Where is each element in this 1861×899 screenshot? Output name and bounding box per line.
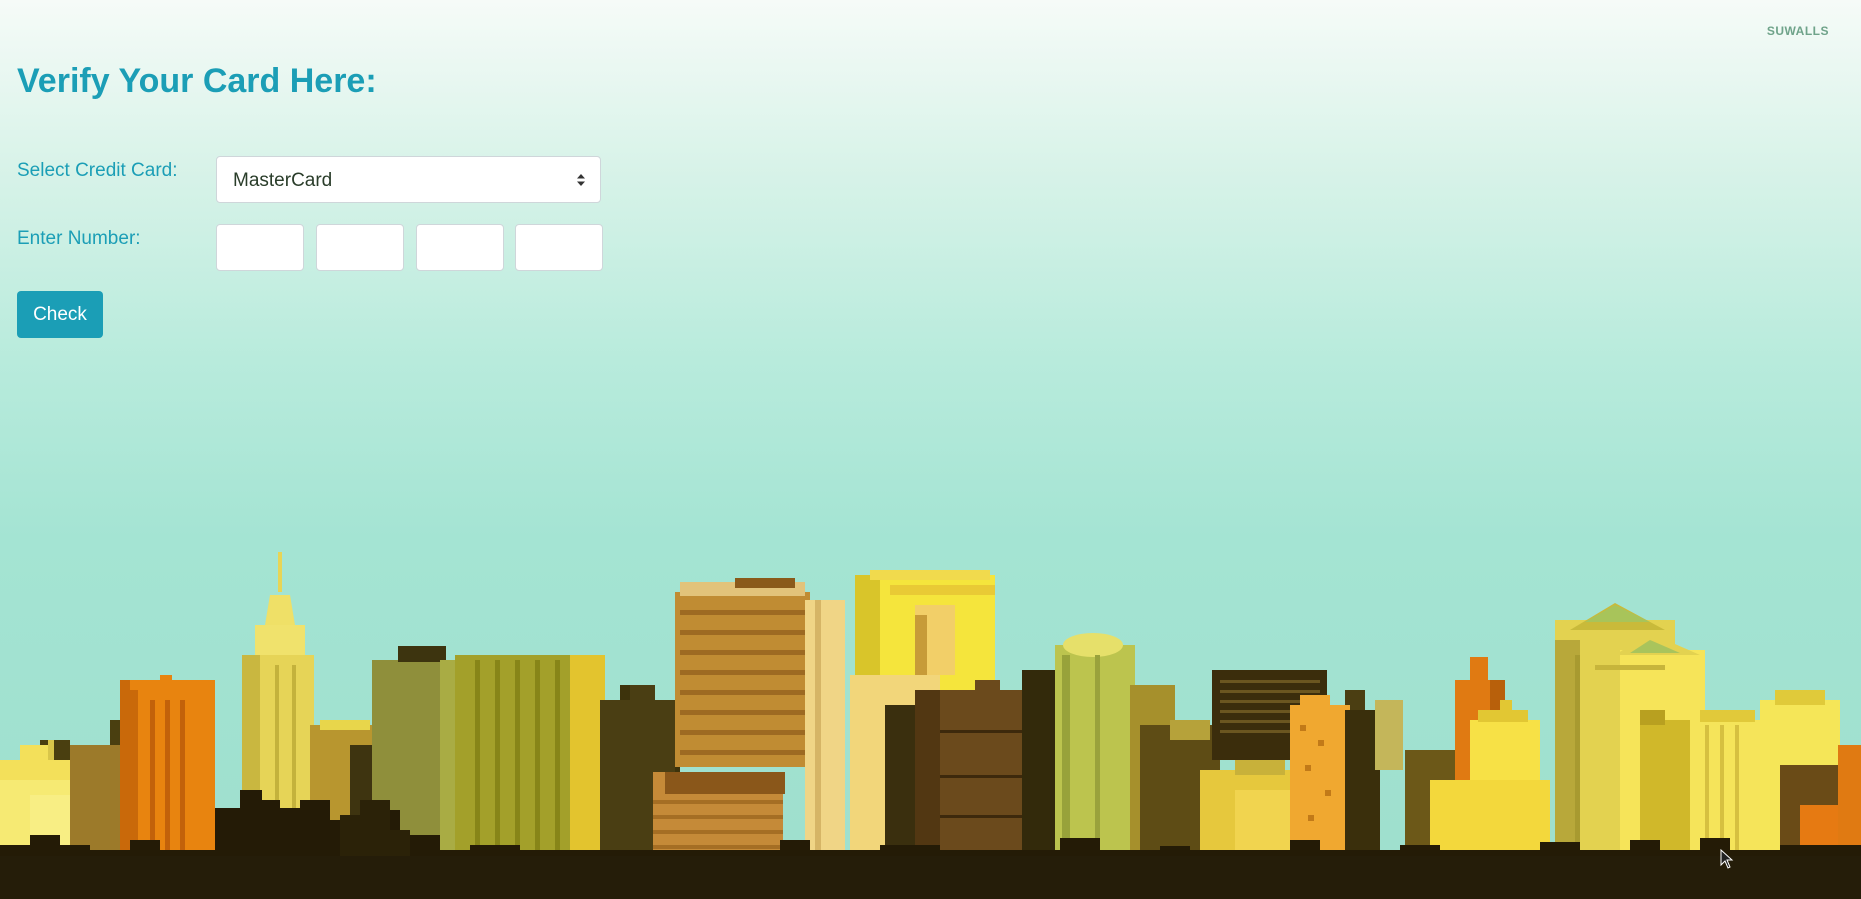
mouse-pointer-icon xyxy=(1720,849,1734,869)
check-button[interactable]: Check xyxy=(17,291,103,338)
page-title: Verify Your Card Here: xyxy=(17,62,377,100)
select-arrows-icon xyxy=(577,174,585,186)
watermark-logo: SUWALLS xyxy=(1766,24,1829,38)
card-number-field-3[interactable] xyxy=(416,224,504,271)
credit-card-select[interactable]: MasterCard xyxy=(216,156,601,203)
card-number-field-2[interactable] xyxy=(316,224,404,271)
page-background: SUWALLS Verify Your Card Here: Select Cr… xyxy=(0,0,1861,899)
city-skyline-wallpaper xyxy=(0,552,1861,899)
card-number-field-4[interactable] xyxy=(515,224,603,271)
select-credit-card-label: Select Credit Card: xyxy=(17,160,178,181)
enter-number-label: Enter Number: xyxy=(17,228,141,249)
card-number-field-1[interactable] xyxy=(216,224,304,271)
credit-card-select-value: MasterCard xyxy=(233,170,333,191)
